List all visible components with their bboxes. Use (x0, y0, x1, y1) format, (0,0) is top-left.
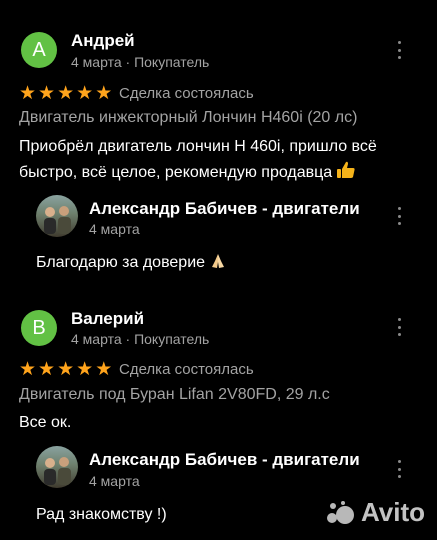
star-icon: ★ (95, 83, 113, 104)
reply-text: Благодарю за доверие (36, 250, 227, 279)
avatar[interactable]: B (21, 310, 57, 346)
avito-wordmark: Avito (360, 497, 425, 527)
deal-status: Сделка состоялась (119, 361, 254, 378)
review-date: 4 марта (71, 54, 122, 70)
rating-stars: ★ ★ ★ ★ ★ (19, 84, 112, 103)
meta-separator: · (125, 54, 131, 70)
product-name[interactable]: Двигатель инжекторный Лончин H460i (20 л… (19, 109, 357, 127)
review-text: Все ок. (19, 414, 72, 431)
avatar-letter: B (32, 316, 46, 339)
thumbs-up-icon (336, 160, 356, 189)
star-icon: ★ (38, 83, 56, 104)
review-date: 4 марта (71, 331, 122, 347)
more-options-icon[interactable] (394, 41, 404, 59)
product-name[interactable]: Двигатель под Буран Lifan 2V80FD, 29 л.с (19, 386, 330, 404)
star-icon: ★ (38, 359, 56, 380)
review-meta: 4 марта · Покупатель (71, 54, 209, 70)
seller-name[interactable]: Александр Бабичев - двигатели (89, 450, 360, 470)
rating-stars: ★ ★ ★ ★ ★ (19, 360, 112, 379)
deal-status: Сделка состоялась (119, 85, 254, 102)
more-options-icon[interactable] (394, 318, 404, 336)
avatar-letter: A (32, 38, 46, 61)
reviewer-name[interactable]: Валерий (71, 309, 144, 329)
reviewer-name[interactable]: Андрей (71, 31, 135, 51)
more-options-icon[interactable] (394, 207, 404, 225)
star-icon: ★ (57, 83, 75, 104)
avito-logo-icon (326, 500, 354, 524)
reply-date: 4 марта (89, 221, 140, 237)
reviewer-role: Покупатель (134, 331, 210, 347)
star-icon: ★ (76, 359, 94, 380)
reply-date: 4 марта (89, 473, 140, 489)
review-text: Приобрёл двигатель лончин H 460i, пришло… (19, 134, 424, 189)
reviewer-role: Покупатель (134, 54, 210, 70)
seller-avatar[interactable] (36, 195, 78, 237)
star-icon: ★ (19, 359, 37, 380)
seller-avatar[interactable] (36, 446, 78, 488)
star-icon: ★ (76, 83, 94, 104)
folded-hands-icon (209, 252, 227, 279)
star-icon: ★ (57, 359, 75, 380)
seller-name[interactable]: Александр Бабичев - двигатели (89, 199, 360, 219)
star-icon: ★ (19, 83, 37, 104)
more-options-icon[interactable] (394, 460, 404, 478)
review-meta: 4 марта · Покупатель (71, 331, 209, 347)
avatar[interactable]: A (21, 32, 57, 68)
star-icon: ★ (95, 359, 113, 380)
meta-separator: · (125, 331, 131, 347)
avito-watermark: Avito (325, 497, 425, 528)
reply-text: Рад знакомству !) (36, 506, 167, 523)
